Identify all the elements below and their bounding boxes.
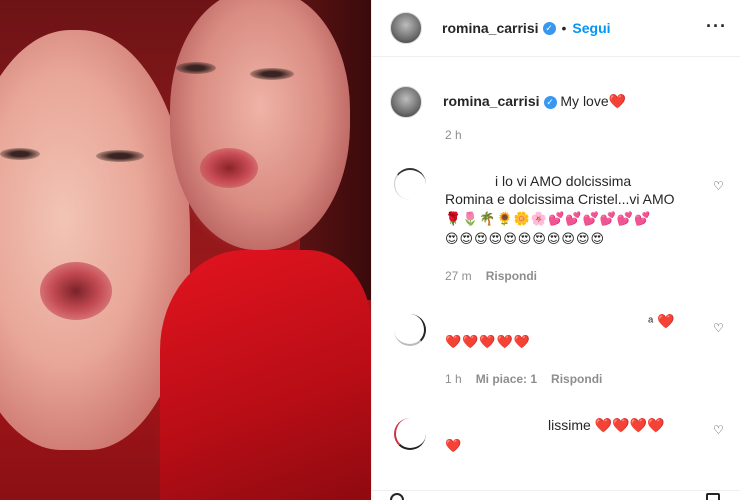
heart-outline-icon[interactable]: ♡ [713,424,725,436]
photo-eye [96,150,144,162]
caption-timestamp[interactable]: 2 h [445,128,462,142]
comment-timestamp[interactable]: 27 m [445,269,472,283]
caption-username[interactable]: romina_carrisi [443,93,540,109]
heart-outline-icon[interactable]: ♡ [713,322,725,334]
comment-text-line1: i lo vi AMO dolcissima [495,173,632,189]
photo-red-dress [160,250,371,500]
save-icon[interactable] [706,493,720,500]
comment-meta: 27 m Rispondi [445,269,551,283]
comment-text-line1: ᵃ ❤️ [648,313,675,329]
comment-text-line1: lissime ❤️❤️❤️❤️ [548,417,665,433]
likes-count[interactable]: Mi piace: 1 [476,372,537,386]
heart-outline-icon[interactable]: ♡ [713,180,725,192]
photo-eye [176,62,216,74]
reply-button[interactable]: Rispondi [551,372,602,386]
comment-emoji-row: ❤️❤️❤️❤️❤️ [445,334,531,349]
verified-badge-icon: ✓ [543,95,557,109]
post-photo[interactable] [0,0,371,500]
caption-text-line: romina_carrisi ✓ My love❤️ [443,93,626,110]
comment-timestamp[interactable]: 1 h [445,372,462,386]
comment-avatar[interactable] [394,418,426,450]
photo-lips [200,148,258,188]
comment-emoji-row: 😍😍😍😍😍😍😍😍😍😍😍 [445,231,606,246]
like-icon[interactable] [390,493,404,500]
author-username[interactable]: romina_carrisi [442,20,539,36]
verified-badge-icon: ✓ [542,21,556,35]
photo-eye [0,148,40,160]
comment-emoji-row: ❤️ [445,438,463,453]
comment-text-line2: Romina e dolcissima Cristel...vi AMO [445,191,675,207]
comment-avatar[interactable] [394,168,426,200]
photo-face-right [170,0,350,250]
caption-heart: ❤️ [608,93,627,109]
follow-button[interactable]: Segui [572,20,610,36]
photo-eye [250,68,294,80]
post-side-panel: romina_carrisi ✓ • Segui ··· romina_carr… [371,0,740,500]
more-horizontal-icon[interactable]: ··· [706,16,727,37]
post-header: romina_carrisi ✓ • Segui ··· [372,0,740,57]
action-bar [372,490,740,500]
caption-body: My love [560,93,609,109]
comment-meta: 1 h Mi piace: 1 Rispondi [445,372,616,386]
author-avatar[interactable] [390,12,422,44]
caption-avatar[interactable] [390,86,422,118]
comment-emoji-row: 🌹🌷🌴🌻🌼🌸💕💕💕💕💕💕 [445,211,652,226]
reply-button[interactable]: Rispondi [486,269,537,283]
separator-dot: • [561,20,567,36]
photo-lips [40,262,112,320]
comment-avatar[interactable] [394,314,426,346]
